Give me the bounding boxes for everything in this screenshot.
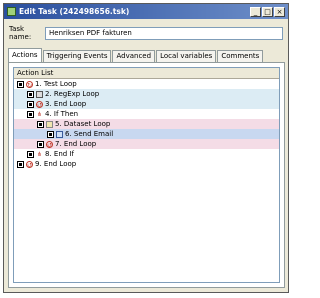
regex-icon bbox=[36, 90, 43, 98]
action-label: 3. End Loop bbox=[45, 100, 87, 108]
end-loop-icon: ↺ bbox=[36, 100, 43, 109]
loop-icon: ↻ bbox=[26, 80, 33, 89]
action-row[interactable]: ↺ 9. End Loop bbox=[14, 159, 279, 169]
end-loop-icon: ↺ bbox=[46, 140, 53, 149]
action-row[interactable]: 6. Send Email bbox=[14, 129, 279, 139]
app-icon bbox=[7, 7, 16, 16]
action-label: 9. End Loop bbox=[35, 160, 77, 168]
action-label: 6. Send Email bbox=[65, 130, 114, 138]
end-if-icon: ⋔ bbox=[36, 150, 43, 158]
task-name-input[interactable] bbox=[45, 26, 283, 40]
action-row[interactable]: ↺ 3. End Loop bbox=[14, 99, 279, 109]
checkbox[interactable] bbox=[27, 90, 34, 98]
checkbox[interactable] bbox=[27, 110, 34, 118]
checkbox[interactable] bbox=[17, 80, 24, 88]
action-label: 8. End If bbox=[45, 150, 74, 158]
action-row[interactable]: 5. Dataset Loop bbox=[14, 119, 279, 129]
action-list[interactable]: Action List ↻ 1. Test Loop 2. RegExp Loo… bbox=[13, 67, 280, 283]
close-button[interactable]: × bbox=[274, 6, 285, 17]
tab-local-variables[interactable]: Local variables bbox=[156, 50, 217, 62]
edit-task-window: Edit Task (242498656.tsk) _ □ × Task nam… bbox=[3, 3, 289, 293]
checkbox[interactable] bbox=[17, 160, 24, 168]
dataset-icon bbox=[46, 120, 53, 128]
task-name-row: Task name: bbox=[4, 19, 288, 41]
checkbox[interactable] bbox=[37, 120, 44, 128]
action-label: 7. End Loop bbox=[55, 140, 97, 148]
action-row[interactable]: 2. RegExp Loop bbox=[14, 89, 279, 99]
action-label: 5. Dataset Loop bbox=[55, 120, 111, 128]
tab-actions[interactable]: Actions bbox=[8, 48, 42, 62]
checkbox[interactable] bbox=[27, 100, 34, 108]
task-name-label: Task name: bbox=[9, 25, 32, 41]
checkbox[interactable] bbox=[37, 140, 44, 148]
window-controls: _ □ × bbox=[250, 6, 285, 17]
action-row[interactable]: ⋔ 8. End If bbox=[14, 149, 279, 159]
action-list-header: Action List bbox=[14, 68, 279, 79]
minimize-button[interactable]: _ bbox=[250, 6, 261, 17]
if-then-icon: ⋔ bbox=[36, 110, 43, 118]
action-row[interactable]: ↻ 1. Test Loop bbox=[14, 79, 279, 89]
action-row[interactable]: ↺ 7. End Loop bbox=[14, 139, 279, 149]
action-label: 1. Test Loop bbox=[35, 80, 77, 88]
action-label: 2. RegExp Loop bbox=[45, 90, 100, 98]
tab-advanced[interactable]: Advanced bbox=[112, 50, 156, 62]
title-bar[interactable]: Edit Task (242498656.tsk) _ □ × bbox=[4, 4, 288, 19]
email-icon bbox=[56, 130, 63, 138]
action-row[interactable]: ⋔ 4. If Then bbox=[14, 109, 279, 119]
maximize-button[interactable]: □ bbox=[262, 6, 273, 17]
checkbox[interactable] bbox=[27, 150, 34, 158]
tab-bar: Actions Triggering Events Advanced Local… bbox=[8, 48, 264, 62]
action-label: 4. If Then bbox=[45, 110, 79, 118]
actions-panel: Action List ↻ 1. Test Loop 2. RegExp Loo… bbox=[8, 62, 285, 288]
checkbox[interactable] bbox=[47, 130, 54, 138]
end-loop-icon: ↺ bbox=[26, 160, 33, 169]
tab-triggering-events[interactable]: Triggering Events bbox=[42, 50, 112, 62]
window-title: Edit Task (242498656.tsk) bbox=[19, 7, 130, 16]
tab-comments[interactable]: Comments bbox=[217, 50, 264, 62]
